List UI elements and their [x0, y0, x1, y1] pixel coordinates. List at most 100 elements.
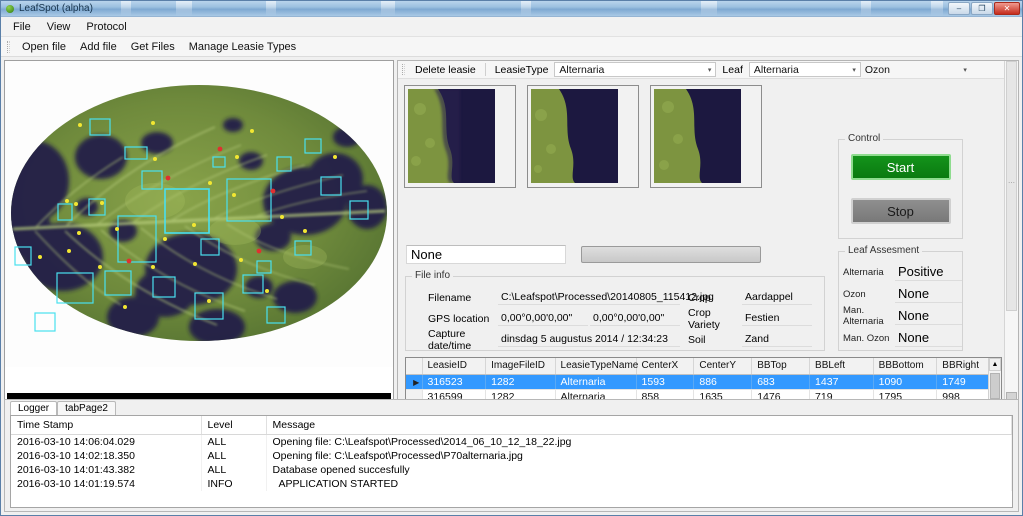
- log-message: Opening file: C:\Leafspot\Processed\P70a…: [266, 449, 1012, 463]
- log-timestamp: 2016-03-10 14:01:43.382: [11, 463, 202, 477]
- column-header-imagefileid[interactable]: ImageFileID: [485, 358, 556, 375]
- cell-leasieid: 316523: [422, 374, 487, 390]
- log-row[interactable]: 2016-03-10 14:01:19.574 INFO APPLICATION…: [11, 477, 1012, 491]
- column-header-centery[interactable]: CenterY: [693, 358, 753, 375]
- man-ozon-value: None: [895, 329, 962, 347]
- log-message: Database opened succesfully: [266, 463, 1012, 477]
- man-alternaria-value: None: [895, 307, 962, 325]
- column-header-bbleft[interactable]: BBLeft: [809, 358, 874, 375]
- assessment-row: Ozon None: [839, 283, 962, 305]
- lesion-thumbnail-image: [654, 89, 741, 183]
- control-group: Control Start Stop: [838, 133, 963, 239]
- soil-value: Zand: [742, 332, 812, 347]
- log-message: Opening file: C:\Leafspot\Processed\2014…: [266, 434, 1012, 449]
- gps-location-label: GPS location: [428, 312, 490, 325]
- column-header-bbtop[interactable]: BBTop: [751, 358, 811, 375]
- grid-scrollbar-thumb[interactable]: [990, 373, 1000, 399]
- crop-variety-value: Festien: [742, 311, 812, 326]
- panel-vertical-scrollbar[interactable]: ⋯: [1004, 61, 1018, 426]
- logger-table: Time Stamp Level Message 2016-03-10 14:0…: [11, 416, 1012, 491]
- leaf-image: [5, 61, 393, 367]
- main-toolbar: Open file Add file Get Files Manage Leas…: [1, 37, 1022, 57]
- logger-tab-strip: Logger tabPage2: [5, 400, 1018, 415]
- log-level: ALL: [201, 449, 267, 463]
- leasietype-dropdown[interactable]: Alternaria ▾: [554, 62, 717, 77]
- chevron-down-icon: ▾: [707, 66, 712, 74]
- cell-centerx: 1593: [636, 374, 695, 390]
- log-timestamp: 2016-03-10 14:01:19.574: [11, 477, 202, 491]
- menu-bar: File View Protocol: [1, 17, 1022, 37]
- leaf-assessment-group: Leaf Assesment Alternaria Positive Ozon …: [838, 245, 963, 351]
- ozon-value: None: [895, 285, 962, 303]
- column-header-leasieid[interactable]: LeasieID: [422, 358, 487, 375]
- window-title: LeafSpot (alpha): [19, 3, 93, 14]
- tab-tabpage2[interactable]: tabPage2: [57, 401, 116, 415]
- table-row[interactable]: ▶ 316523 1282 Alternaria 1593 886 683 14…: [406, 374, 1001, 390]
- lesion-toolbar-grip[interactable]: [402, 64, 405, 75]
- menu-item-file[interactable]: File: [9, 19, 43, 35]
- ozon-label: Ozon: [843, 288, 866, 300]
- column-header-level[interactable]: Level: [201, 416, 267, 435]
- log-timestamp: 2016-03-10 14:02:18.350: [11, 449, 202, 463]
- assessment-row: Man. Alternaria None: [839, 305, 962, 327]
- log-row[interactable]: 2016-03-10 14:06:04.029 ALL Opening file…: [11, 434, 1012, 449]
- menu-item-view[interactable]: View: [43, 19, 83, 35]
- get-files-button[interactable]: Get Files: [124, 39, 182, 55]
- leaf-label: Leaf: [722, 63, 743, 76]
- app-logo-icon: [6, 4, 14, 13]
- menu-item-protocol[interactable]: Protocol: [82, 19, 138, 35]
- man-alternaria-label: Man. Alternaria: [843, 305, 884, 327]
- cell-centery: 886: [693, 374, 753, 390]
- table-header-row: LeasieID ImageFileID LeasieTypeName Cent…: [406, 358, 1001, 375]
- log-level: ALL: [201, 463, 267, 477]
- scrollbar-grip-dots-icon: ⋯: [1008, 180, 1016, 187]
- toolbar-grip[interactable]: [7, 40, 10, 53]
- open-file-button[interactable]: Open file: [15, 39, 73, 55]
- tab-logger[interactable]: Logger: [10, 401, 58, 415]
- control-caption: Control: [845, 133, 884, 144]
- delete-leasie-button[interactable]: Delete leasie: [409, 64, 482, 76]
- log-row[interactable]: 2016-03-10 14:02:18.350 ALL Opening file…: [11, 449, 1012, 463]
- cell-bbtop: 683: [751, 374, 811, 390]
- lesion-thumbnail[interactable]: [650, 85, 762, 188]
- close-button[interactable]: ✕: [994, 2, 1020, 15]
- man-ozon-label: Man. Ozon: [843, 332, 890, 344]
- application-window: LeafSpot (alpha) – ❐ ✕ File View Protoco…: [0, 0, 1023, 516]
- column-header-leasietypename[interactable]: LeasieTypeName: [555, 358, 638, 375]
- leaf-value: Alternaria: [753, 63, 799, 76]
- title-bar: LeafSpot (alpha) – ❐ ✕: [1, 1, 1022, 17]
- leaf-dropdown[interactable]: Alternaria ▾: [748, 62, 861, 77]
- leaf-image-viewport[interactable]: [5, 61, 393, 367]
- assessment-row: Man. Ozon None: [839, 327, 962, 349]
- log-row[interactable]: 2016-03-10 14:01:43.382 ALL Database ope…: [11, 463, 1012, 477]
- chevron-down-icon: ▾: [963, 66, 967, 74]
- manage-leasie-types-button[interactable]: Manage Leasie Types: [182, 39, 303, 55]
- column-header-centerx[interactable]: CenterX: [636, 358, 695, 375]
- cell-leasietypename: Alternaria: [555, 374, 637, 390]
- lesion-thumbnail[interactable]: [404, 85, 516, 188]
- analysis-panel: Delete leasie LeasieType Alternaria ▾ Le…: [397, 60, 1019, 427]
- gps-longitude-value: 0,00°0,00'0,00": [590, 311, 680, 326]
- lesion-thumbnail-strip: [404, 85, 762, 188]
- start-button[interactable]: Start: [850, 154, 951, 180]
- lesion-thumbnail[interactable]: [527, 85, 639, 188]
- scroll-up-icon[interactable]: ▲: [989, 358, 1001, 371]
- assessment-row: Alternaria Positive: [839, 261, 962, 283]
- file-info-group: File info Filename C:\Leafspot\Processed…: [405, 270, 825, 352]
- filename-label: Filename: [428, 291, 472, 304]
- add-file-button[interactable]: Add file: [73, 39, 124, 55]
- logger-grid[interactable]: Time Stamp Level Message 2016-03-10 14:0…: [10, 415, 1013, 508]
- crop-label: Crop: [688, 291, 711, 304]
- column-header-bbbottom[interactable]: BBBottom: [873, 358, 938, 375]
- maximize-button[interactable]: ❐: [971, 2, 993, 15]
- leaf-image-panel[interactable]: [4, 60, 394, 427]
- stop-button[interactable]: Stop: [850, 198, 951, 224]
- minimize-button[interactable]: –: [948, 2, 970, 15]
- soil-label: Soil: [688, 333, 706, 346]
- capture-datetime-label: Capture date/time: [428, 327, 472, 352]
- file-info-caption: File info: [412, 270, 454, 281]
- ozon-dropdown[interactable]: Ozon ▾: [861, 62, 971, 77]
- progress-bar: [581, 246, 761, 263]
- column-header-message[interactable]: Message: [266, 416, 1012, 435]
- column-header-timestamp[interactable]: Time Stamp: [11, 416, 202, 435]
